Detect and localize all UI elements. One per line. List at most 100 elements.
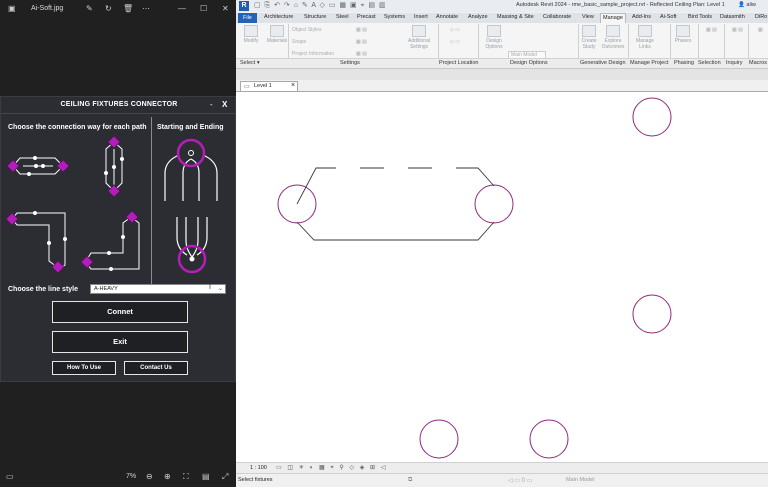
view-tab-level-1[interactable]: ▭ Level 1 × <box>240 81 298 91</box>
how-to-use-button[interactable]: How To Use <box>52 361 116 375</box>
view-control-icons[interactable]: ▭ ◫ ☀ ◐ ▦ ⌖ ⚲ ◇ ◈ ⊞ ◁ <box>276 464 387 472</box>
panel-select[interactable]: Select ▾ <box>240 60 260 66</box>
path-option-l-shape-down[interactable] <box>5 209 69 273</box>
chevron-down-icon[interactable]: ⌄ <box>218 285 223 292</box>
tab-steel[interactable]: Steel <box>336 14 349 20</box>
manage-links-tool[interactable]: Manage Links <box>632 25 658 50</box>
status-icons[interactable]: ⧉ <box>408 477 412 484</box>
drawing-canvas[interactable] <box>236 91 768 462</box>
worksharing-icons[interactable]: ◁ ▭ 0 ▭ <box>508 477 532 484</box>
ceiling-fixture[interactable] <box>632 294 672 334</box>
tab-file[interactable]: File <box>238 13 257 23</box>
minimize-icon[interactable]: — <box>178 3 186 15</box>
tab-diro[interactable]: DiRo <box>755 14 767 20</box>
revit-title: Autodesk Revit 2024 - rme_basic_sample_p… <box>516 2 725 8</box>
ceiling-plan-drawing[interactable] <box>236 92 768 463</box>
line-style-label: Choose the line style <box>8 286 79 293</box>
dialog-close-button[interactable]: X <box>222 100 227 109</box>
contact-us-button[interactable]: Contact Us <box>124 361 188 375</box>
delete-icon[interactable]: 🗑 <box>123 3 133 15</box>
active-design-option[interactable]: Main Model <box>566 477 594 483</box>
tab-add-ins[interactable]: Add-Ins <box>632 14 651 20</box>
tab-insert[interactable]: Insert <box>414 14 428 20</box>
view-tab-close-button[interactable]: × <box>291 82 295 89</box>
settings-small-tools-1[interactable]: ▦ ▤ <box>356 27 367 33</box>
settings-small-tools-3[interactable]: ▦ ▤ <box>356 51 367 57</box>
user-name[interactable]: 👤 aliw <box>738 2 756 8</box>
path-option-vertical-diagram[interactable] <box>99 135 129 197</box>
maximize-icon[interactable]: ☐ <box>200 3 207 15</box>
tab-precast[interactable]: Precast <box>357 14 376 20</box>
location-tools[interactable]: ◇ ▭ <box>450 27 460 33</box>
line-style-value: A-HEAVY <box>94 286 118 292</box>
ceiling-fixture[interactable] <box>632 97 672 137</box>
tab-view[interactable]: View <box>582 14 594 20</box>
close-icon[interactable]: ✕ <box>222 3 229 15</box>
tab-analyze[interactable]: Analyze <box>468 14 488 20</box>
coordinate-tools[interactable]: ◇ ▭ <box>450 39 460 45</box>
inquiry-tools[interactable]: ▦ ▤ <box>732 27 743 33</box>
tab-bird-tools[interactable]: Bird Tools <box>688 14 712 20</box>
zoom-in-icon[interactable]: ⊕ <box>164 472 171 481</box>
tab-structure[interactable]: Structure <box>304 14 326 20</box>
actual-size-icon[interactable]: ▤ <box>202 472 210 481</box>
tab-collaborate[interactable]: Collaborate <box>543 14 571 20</box>
ending-point-diagram[interactable] <box>169 215 215 275</box>
tab-manage[interactable]: Manage <box>600 13 626 23</box>
tab-ai-soft[interactable]: Ai-Soft <box>660 14 677 20</box>
explore-outcomes-tool[interactable]: Explore Outcomes <box>600 25 626 50</box>
design-options-tool[interactable]: Design Options <box>482 25 506 50</box>
zoom-level: 7% <box>126 473 137 480</box>
more-icon[interactable]: ⋯ <box>142 3 150 15</box>
view-tab-bar <box>236 69 768 80</box>
tab-massing-site[interactable]: Massing & Site <box>497 14 534 20</box>
ceiling-fixture[interactable] <box>529 419 569 459</box>
starting-ending-heading: Starting and Ending <box>157 124 224 131</box>
modify-tool[interactable]: Modify <box>240 25 262 44</box>
phases-tool[interactable]: Phases <box>672 25 694 44</box>
panel-project-location: Project Location <box>439 60 479 66</box>
tab-architecture[interactable]: Architecture <box>264 14 293 20</box>
dialog-title: CEILING FIXTURES CONNECTOR <box>60 101 178 108</box>
project-information-tool[interactable]: Project Information <box>292 51 334 57</box>
panel-manage-project: Manage Project <box>630 60 669 66</box>
text-cursor-icon: I <box>209 284 211 291</box>
ceiling-fixture[interactable] <box>474 184 514 224</box>
tab-systems[interactable]: Systems <box>384 14 405 20</box>
quick-access-toolbar[interactable]: ▢ ⎘ ↶ ↷ ⌂ ✎ A ◇ ▭ ▦ ▣ ⌖ ▤ ▥ <box>254 1 387 10</box>
connect-button[interactable]: Connet <box>52 301 188 323</box>
object-styles-tool[interactable]: Object Styles <box>292 27 321 33</box>
path-option-horizontal[interactable] <box>5 152 71 182</box>
rotate-icon[interactable]: ↻ <box>105 3 112 15</box>
status-text: Select fixtures <box>238 477 273 483</box>
edit-icon[interactable]: ✎ <box>86 3 93 15</box>
view-scale[interactable]: 1 : 100 <box>250 465 267 471</box>
view-tab-label: Level 1 <box>254 83 272 89</box>
additional-settings-tool[interactable]: Additional Settings <box>402 25 436 50</box>
panel-generative-design: Generative Design <box>580 60 626 66</box>
materials-tool[interactable]: Materials <box>264 25 290 44</box>
ceiling-fixture[interactable] <box>419 419 459 459</box>
macros-tools[interactable]: ▦ <box>758 27 763 33</box>
connection-lines[interactable] <box>296 167 495 241</box>
additional-settings-icon <box>412 25 426 37</box>
panel-selection: Selection <box>698 60 721 66</box>
tab-annotate[interactable]: Annotate <box>436 14 458 20</box>
line-style-dropdown[interactable]: A-HEAVY I ⌄ <box>90 284 226 294</box>
exit-button[interactable]: Exit <box>52 331 188 353</box>
filmstrip-icon[interactable]: ▭ <box>6 472 14 481</box>
zoom-out-icon[interactable]: ⊖ <box>146 472 153 481</box>
dialog-minimize-button[interactable]: - <box>210 100 213 109</box>
fit-icon[interactable]: ⛶ <box>183 472 189 482</box>
snaps-tool[interactable]: Snaps <box>292 39 306 45</box>
create-study-tool[interactable]: Create Study <box>578 25 600 50</box>
selection-tools[interactable]: ▦ ▤ <box>706 27 717 33</box>
path-option-l-shape-up[interactable] <box>79 209 145 273</box>
tab-datasmith[interactable]: Datasmith <box>720 14 745 20</box>
starting-point-diagram[interactable] <box>161 137 221 203</box>
revit-logo[interactable]: R <box>239 1 249 11</box>
revit-title-bar: R ▢ ⎘ ↶ ↷ ⌂ ✎ A ◇ ▭ ▦ ▣ ⌖ ▤ ▥ Autodesk R… <box>236 0 768 12</box>
settings-small-tools-2[interactable]: ▦ ▤ <box>356 39 367 45</box>
fullscreen-icon[interactable]: ⤢ <box>222 472 228 482</box>
section-divider <box>151 117 152 285</box>
